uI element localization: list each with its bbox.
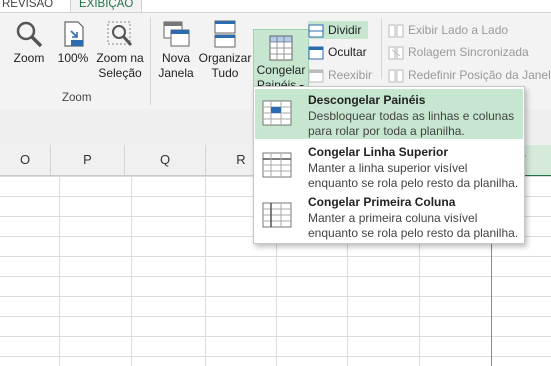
menu-item-title: Congelar Linha Superior [308, 145, 449, 159]
zoom-100-icon [64, 21, 84, 47]
column-header[interactable]: P [51, 145, 125, 175]
hide-label: Ocultar [328, 45, 367, 59]
freeze-panes-label-1: Congelar [256, 63, 306, 77]
grid-line [131, 176, 132, 366]
synchronous-scrolling-button[interactable]: Rolagem Sincronizada [388, 43, 529, 61]
zoom-100-button[interactable]: 100% [54, 19, 92, 66]
grid-line [205, 176, 206, 366]
column-header[interactable]: Q [125, 145, 206, 175]
arrange-all-label-1: Organizar [198, 51, 252, 65]
zoom-100-label: 100% [57, 51, 89, 65]
group-separator [381, 19, 382, 79]
side-by-side-label: Exibir Lado a Lado [408, 23, 509, 37]
menu-item-description: Desbloquear todas as linhas e colunas pa… [308, 109, 515, 138]
new-window-label-1: Nova [161, 51, 190, 65]
zoom-selection-label-1: Zoom na [96, 51, 144, 65]
zoom-group-label: Zoom [62, 92, 92, 104]
column-header[interactable]: O [0, 145, 51, 175]
magnifier-icon [16, 21, 43, 48]
unfreeze-panes-icon [262, 100, 292, 126]
freeze-top-row-icon [262, 152, 292, 178]
new-window-label-2: Janela [158, 66, 194, 80]
grid-line [59, 176, 60, 366]
split-button[interactable]: Dividir [308, 21, 368, 39]
new-window-icon [163, 21, 190, 47]
hide-button[interactable]: Ocultar [308, 43, 370, 61]
menu-item-title: Descongelar Painéis [308, 93, 426, 107]
view-side-by-side-button[interactable]: Exibir Lado a Lado [388, 21, 508, 39]
sync-scroll-label: Rolagem Sincronizada [408, 45, 529, 59]
freeze-panes-menu: Descongelar Painéis Desbloquear todas as… [253, 86, 525, 244]
split-icon [308, 24, 324, 38]
unhide-window-icon [308, 69, 324, 83]
reset-position-label: Redefinir Posição da Janela [408, 68, 551, 82]
zoom-button[interactable]: Zoom [6, 19, 52, 66]
menu-item-freeze-top-row[interactable]: Congelar Linha Superior Manter a linha s… [255, 141, 523, 191]
arrange-all-label-2: Tudo [211, 66, 239, 80]
menu-item-unfreeze-panes[interactable]: Descongelar Painéis Desbloquear todas as… [255, 89, 523, 139]
sync-scroll-icon [388, 46, 404, 60]
arrange-all-button[interactable]: Organizar Tudo [198, 19, 252, 81]
zoom-label: Zoom [13, 51, 45, 65]
ribbon-tab-bar: REVISÃO EXIBIÇÃO [0, 0, 551, 12]
unhide-button[interactable]: Reexibir [308, 66, 373, 84]
tab-exibicao[interactable]: EXIBIÇÃO [70, 0, 143, 12]
hide-window-icon [308, 46, 324, 60]
arrange-all-icon [214, 20, 236, 48]
new-window-button[interactable]: Nova Janela [156, 19, 196, 81]
menu-item-description: Manter a primeira coluna visível enquant… [308, 211, 519, 240]
tab-revisao[interactable]: REVISÃO [2, 0, 53, 12]
side-by-side-icon [388, 24, 404, 38]
reset-window-position-button[interactable]: Redefinir Posição da Janela [388, 66, 551, 84]
zoom-selection-label-2: Seleção [98, 66, 142, 80]
menu-item-freeze-first-column[interactable]: Congelar Primeira Coluna Manter a primei… [255, 191, 523, 241]
unhide-label: Reexibir [328, 68, 373, 82]
reset-position-icon [388, 69, 404, 83]
menu-item-title: Congelar Primeira Coluna [308, 195, 456, 209]
freeze-first-column-icon [262, 202, 292, 228]
freeze-panes-icon [269, 35, 293, 61]
zoom-selection-button[interactable]: Zoom na Seleção [92, 19, 148, 81]
menu-item-description: Manter a linha superior visível enquanto… [308, 161, 519, 190]
group-separator [150, 17, 151, 105]
split-label: Dividir [328, 23, 362, 37]
zoom-selection-icon [107, 21, 133, 46]
